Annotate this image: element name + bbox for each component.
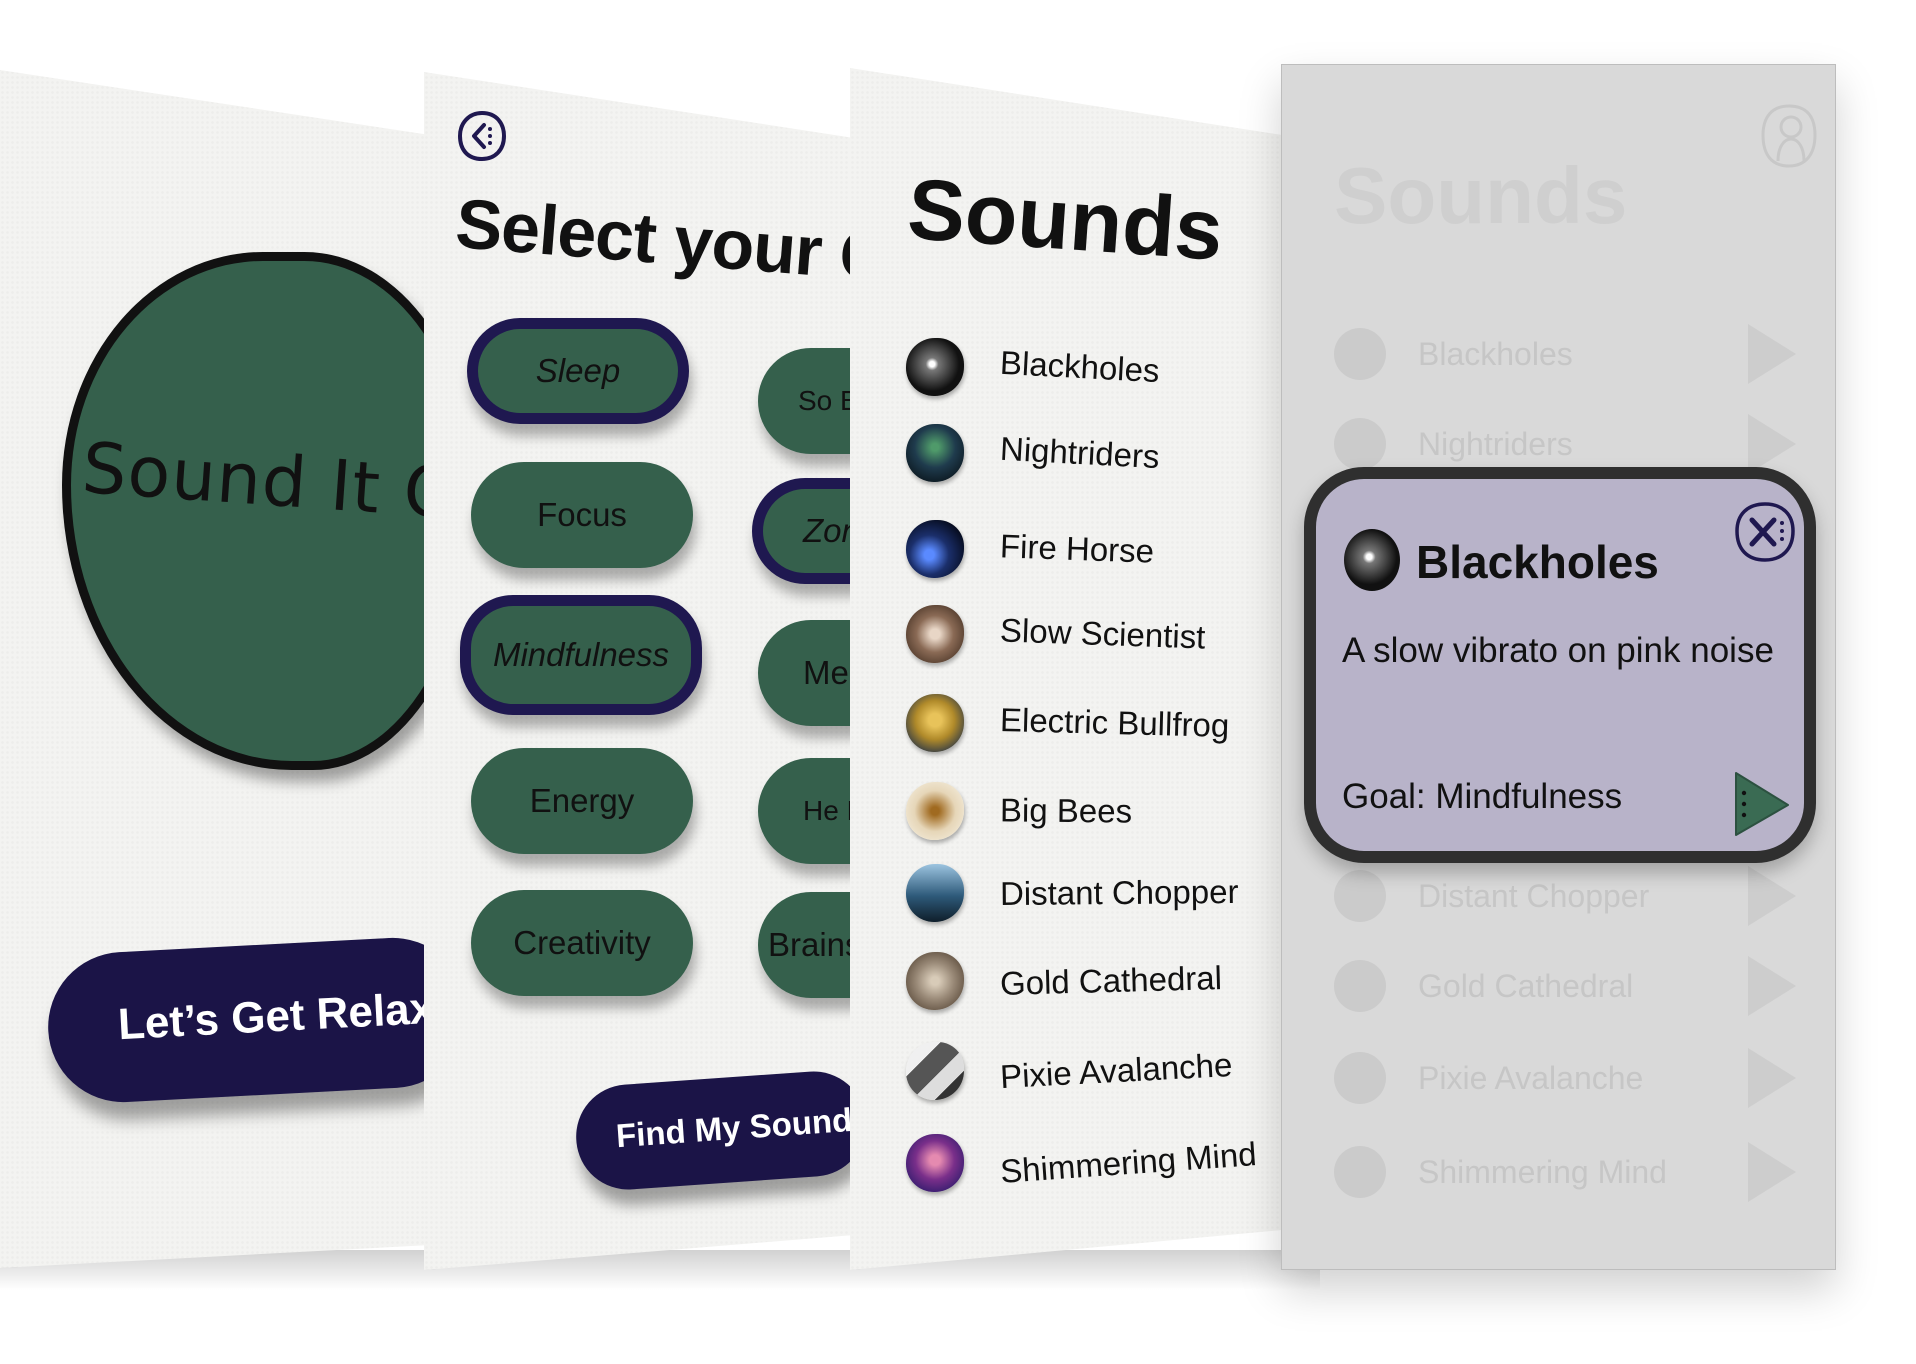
close-icon[interactable] xyxy=(1734,501,1796,563)
goal-label: Me xyxy=(803,654,849,691)
card-title: Blackholes xyxy=(1416,536,1659,588)
sound-name: Distant Chopper xyxy=(1418,877,1650,914)
play-icon xyxy=(1748,1048,1796,1108)
sound-name: Gold Cathedral xyxy=(999,959,1223,1002)
sound-thumbnail xyxy=(1334,960,1386,1012)
sound-goal: Goal: Mindfulness xyxy=(1342,777,1623,816)
sound-detail-screen: Sounds Blackholes Nightriders Distant Ch… xyxy=(1281,64,1836,1270)
sound-thumbnail xyxy=(906,952,964,1010)
list-item: Nightriders xyxy=(1334,413,1804,475)
play-icon xyxy=(1748,324,1796,384)
sound-thumbnail xyxy=(1344,529,1400,591)
profile-icon[interactable] xyxy=(1760,103,1818,169)
goal-label: So Blo xyxy=(798,385,854,416)
sounds-list-screen: Sounds Blackholes Nightriders Fire Horse… xyxy=(850,68,1282,1270)
sound-name: Nightriders xyxy=(999,429,1161,476)
page-title: Select your Go xyxy=(452,184,854,300)
goal-label: Zon xyxy=(803,512,854,549)
sound-name: Pixie Avalanche xyxy=(1418,1059,1644,1096)
sound-thumbnail xyxy=(906,694,964,752)
list-item: Blackholes xyxy=(1334,323,1804,385)
list-item[interactable]: Electric Bullfrog xyxy=(906,692,1230,754)
sound-thumbnail xyxy=(906,520,964,578)
goal-sleep[interactable]: Sleep xyxy=(467,318,689,424)
sound-thumbnail xyxy=(906,605,964,663)
sound-thumbnail xyxy=(906,338,964,396)
play-icon xyxy=(1748,956,1796,1016)
goal-creativity[interactable]: Creativity xyxy=(471,890,693,996)
goal-brainstorm[interactable]: Brains xyxy=(758,892,854,998)
sound-name: Nightriders xyxy=(1418,425,1573,462)
sound-name: Distant Chopper xyxy=(999,872,1239,913)
sound-thumbnail xyxy=(1334,328,1386,380)
goal-focus[interactable]: Focus xyxy=(471,462,693,568)
list-item[interactable]: Nightriders xyxy=(906,422,1160,484)
sound-name: Big Bees xyxy=(999,791,1133,830)
list-item[interactable]: Blackholes xyxy=(906,336,1160,398)
goal-label: He Bu xyxy=(803,795,854,826)
sound-name: Gold Cathedral xyxy=(1418,967,1634,1004)
goal-mindfulness[interactable]: Mindfulness xyxy=(460,595,702,715)
sound-thumbnail xyxy=(906,782,964,840)
welcome-screen: Sound It O Let’s Get Relaxin xyxy=(0,70,430,1268)
goal-zone[interactable]: Zon xyxy=(752,478,854,584)
sound-thumbnail xyxy=(1334,418,1386,470)
cta-label: Let’s Get Relaxin xyxy=(116,981,430,1050)
sound-thumbnail xyxy=(1334,1052,1386,1104)
play-icon xyxy=(1748,414,1796,474)
list-item[interactable]: Slow Scientist xyxy=(906,603,1207,665)
sound-name: Blackholes xyxy=(1418,335,1573,372)
sound-name: Electric Bullfrog xyxy=(999,701,1230,744)
list-item[interactable]: Pixie Avalanche xyxy=(906,1040,1234,1102)
goal-label: Focus xyxy=(537,496,627,533)
find-my-sounds-label: Find My Sounds xyxy=(614,1099,854,1155)
sound-name: Slow Scientist xyxy=(999,611,1207,656)
sound-description: A slow vibrato on pink noise xyxy=(1342,631,1774,670)
list-item: Gold Cathedral xyxy=(1334,955,1804,1017)
list-item: Shimmering Mind xyxy=(1334,1141,1804,1203)
list-item[interactable]: Fire Horse xyxy=(906,518,1155,580)
sound-name: Pixie Avalanche xyxy=(999,1045,1234,1096)
sound-thumbnail xyxy=(1334,1146,1386,1198)
list-item[interactable]: Gold Cathedral xyxy=(906,950,1222,1012)
list-item[interactable]: Big Bees xyxy=(906,780,1132,842)
goal-sound-block[interactable]: So Blo xyxy=(758,348,854,454)
play-icon xyxy=(1748,866,1796,926)
list-item[interactable]: Shimmering Mind xyxy=(906,1132,1258,1194)
sound-thumbnail xyxy=(906,1042,964,1100)
play-icon[interactable] xyxy=(1732,769,1792,839)
goal-meditation[interactable]: Me xyxy=(758,620,854,726)
goal-selection-screen: Select your Go Sleep Focus Mindfulness E… xyxy=(424,72,854,1270)
find-my-sounds-button[interactable]: Find My Sounds xyxy=(572,1068,854,1193)
sound-name: Shimmering Mind xyxy=(998,1135,1258,1190)
sound-thumbnail xyxy=(1334,870,1386,922)
list-item: Pixie Avalanche xyxy=(1334,1047,1804,1109)
sound-thumbnail xyxy=(906,864,964,922)
list-item: Distant Chopper xyxy=(1334,865,1804,927)
sound-thumbnail xyxy=(906,1134,964,1192)
lets-get-relaxing-button[interactable]: Let’s Get Relaxin xyxy=(44,934,430,1106)
sound-thumbnail xyxy=(906,424,964,482)
page-title-dimmed: Sounds xyxy=(1334,151,1628,240)
goal-health-burst[interactable]: He Bu xyxy=(758,758,854,864)
goal-label: Mindfulness xyxy=(492,636,670,673)
list-item[interactable]: Distant Chopper xyxy=(906,862,1239,924)
goal-label: Creativity xyxy=(513,924,651,961)
sound-detail-card: Blackholes A slow vibrato on pink noise … xyxy=(1304,467,1816,863)
page-title: Sounds xyxy=(904,161,1226,279)
goal-label: Brains xyxy=(768,926,854,963)
goal-label: Energy xyxy=(529,782,635,819)
play-icon xyxy=(1748,1142,1796,1202)
sound-name: Blackholes xyxy=(999,343,1161,390)
goal-label: Sleep xyxy=(535,352,621,389)
sound-name: Fire Horse xyxy=(999,527,1155,570)
goal-energy[interactable]: Energy xyxy=(471,748,693,854)
sound-name: Shimmering Mind xyxy=(1418,1153,1667,1190)
back-arrow-icon[interactable] xyxy=(457,110,507,162)
